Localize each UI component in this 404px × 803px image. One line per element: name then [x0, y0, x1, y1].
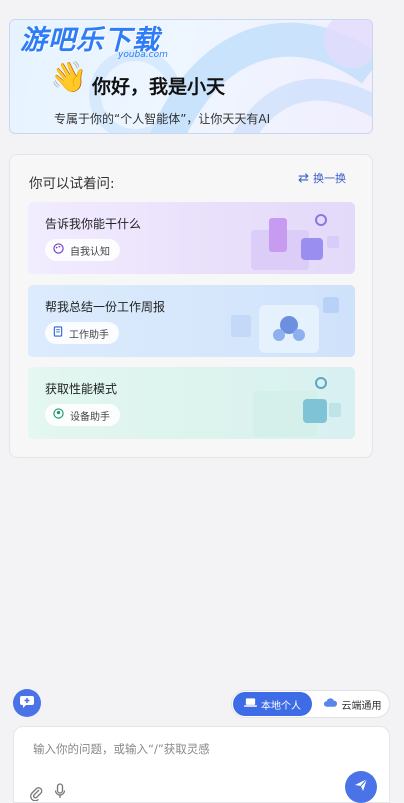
mode-local-label: 本地个人: [261, 700, 301, 712]
suggestion-chip: 工作助手: [45, 322, 119, 344]
suggestion-chip-label: 自我认知: [70, 246, 110, 258]
microphone-icon[interactable]: [54, 783, 66, 803]
refresh-suggestions-button[interactable]: ⇄ 换一换: [298, 170, 346, 186]
swap-icon: ⇄: [298, 170, 309, 186]
send-icon: [353, 777, 369, 797]
suggestion-chip-label: 工作助手: [69, 329, 109, 341]
mode-toggle: 本地个人 云端通用: [231, 690, 390, 718]
mode-cloud-button[interactable]: 云端通用: [316, 692, 388, 716]
suggestion-chip: 自我认知: [45, 239, 120, 261]
chat-plus-icon: [19, 693, 35, 713]
mode-local-button[interactable]: 本地个人: [233, 692, 312, 716]
suggestion-title: 告诉我你能干什么: [45, 217, 142, 231]
message-input[interactable]: 输入你的问题，或输入“/”获取灵感: [13, 726, 390, 803]
suggestion-title: 获取性能模式: [45, 382, 118, 396]
suggestion-title: 帮我总结一份工作周报: [45, 300, 166, 314]
input-placeholder: 输入你的问题，或输入“/”获取灵感: [33, 742, 210, 756]
suggestion-chip-label: 设备助手: [70, 411, 110, 423]
cloud-icon: [323, 697, 338, 712]
person-circle-icon: [53, 408, 64, 422]
laptop-icon: [244, 697, 257, 711]
suggestion-illustration: [251, 214, 339, 270]
refresh-label: 换一换: [313, 172, 346, 185]
mode-cloud-label: 云端通用: [341, 700, 382, 712]
wave-hand-icon: 👋: [50, 60, 88, 95]
suggestion-illustration: [253, 377, 341, 437]
suggestion-item[interactable]: 帮我总结一份工作周报 工作助手: [28, 285, 355, 357]
suggestion-illustration: [231, 297, 339, 353]
attachment-icon[interactable]: [29, 785, 43, 803]
watermark-subtext: youba.com: [118, 50, 168, 60]
new-chat-button[interactable]: [13, 689, 41, 717]
palette-icon: [53, 243, 64, 257]
send-button[interactable]: [345, 771, 377, 803]
suggestion-item[interactable]: 告诉我你能干什么 自我认知: [28, 202, 355, 274]
greeting-subtitle: 专属于你的“个人智能体”，让你天天有AI: [54, 112, 271, 126]
greeting-title: 你好，我是小天: [92, 76, 226, 98]
suggestions-title: 你可以试着问:: [29, 176, 115, 192]
suggestions-panel: 你可以试着问: ⇄ 换一换 告诉我你能干什么 自我认知 帮我总结一份工作周报 工…: [9, 154, 373, 458]
suggestion-item[interactable]: 获取性能模式 设备助手: [28, 367, 355, 439]
document-icon: [53, 326, 63, 340]
suggestion-chip: 设备助手: [45, 404, 120, 426]
